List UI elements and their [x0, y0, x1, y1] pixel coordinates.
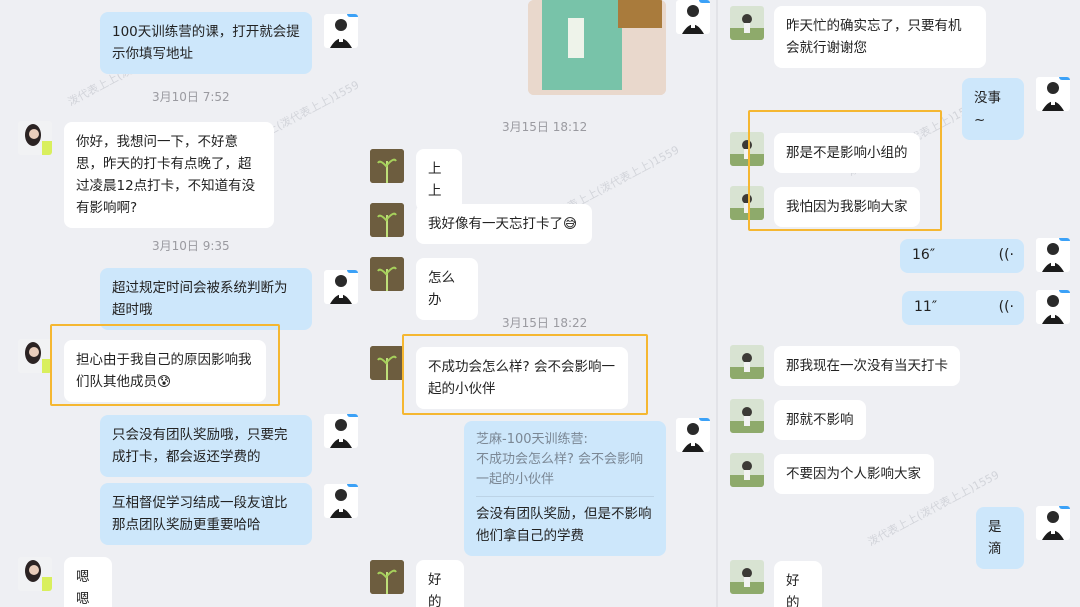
vip-badge — [1059, 238, 1070, 241]
sprout-avatar-icon — [370, 257, 404, 291]
avatar-man-icon — [682, 423, 704, 452]
avatar[interactable] — [324, 270, 358, 304]
avatar-man-icon — [1042, 295, 1064, 324]
message-bubble[interactable]: 嗯嗯 — [64, 557, 112, 607]
avatar[interactable] — [730, 560, 764, 594]
chat-column-2: 3月15日 18:12 上上 我好像有一天忘打卡了😅 怎么办 3月15日 18:… — [362, 0, 718, 607]
avatar-girl-icon — [25, 342, 52, 373]
timestamp: 3月10日 9:35 — [152, 239, 230, 253]
quote-sender: 芝麻-100天训练营: — [476, 432, 588, 447]
message-bubble[interactable]: 那我现在一次没有当天打卡 — [774, 346, 960, 386]
timestamp: 3月10日 7:52 — [152, 90, 230, 104]
reply-message-bubble[interactable]: 芝麻-100天训练营: 不成功会怎么样? 会不会影响一起的小伙伴 会没有团队奖励… — [464, 421, 666, 556]
avatar[interactable] — [370, 257, 404, 291]
vip-badge — [699, 418, 710, 421]
vip-badge — [1059, 290, 1070, 293]
voice-wave-icon: ((· — [998, 299, 1014, 315]
avatar-man-icon — [330, 489, 352, 518]
message-bubble[interactable]: 是滴 — [976, 507, 1024, 569]
vip-badge — [347, 270, 358, 273]
avatar-man-icon — [1042, 511, 1064, 540]
voice-duration: 11″ — [914, 299, 938, 315]
message-bubble[interactable]: 只会没有团队奖励哦，只要完成打卡，都会返还学费的 — [100, 415, 312, 477]
avatar[interactable] — [18, 557, 52, 591]
book-photo-icon — [528, 0, 666, 95]
voice-wave-icon: ((· — [998, 247, 1014, 263]
avatar-man-icon — [1042, 82, 1064, 111]
avatar[interactable] — [370, 203, 404, 237]
avatar-girl-field-icon — [730, 345, 764, 379]
quoted-message: 芝麻-100天训练营: 不成功会怎么样? 会不会影响一起的小伙伴 — [476, 430, 654, 497]
avatar-man-icon — [330, 419, 352, 448]
vip-badge — [699, 0, 710, 3]
sprout-avatar-icon — [370, 346, 404, 380]
sprout-avatar-icon — [370, 203, 404, 237]
message-bubble[interactable]: 你好，我想问一下，不好意思，昨天的打卡有点晚了，超过凌晨12点打卡，不知道有没有… — [64, 122, 274, 228]
message-bubble[interactable]: 好的 — [774, 561, 822, 607]
avatar[interactable] — [324, 414, 358, 448]
avatar[interactable] — [370, 560, 404, 594]
vip-badge — [347, 414, 358, 417]
photo-message[interactable] — [528, 0, 666, 95]
avatar-girl-field-icon — [730, 6, 764, 40]
avatar[interactable] — [1036, 290, 1070, 324]
avatar[interactable] — [18, 339, 52, 373]
avatar-man-icon — [1042, 243, 1064, 272]
reply-text: 会没有团队奖励，但是不影响他们拿自己的学费 — [476, 506, 652, 544]
message-bubble[interactable]: 没事 ~ — [962, 78, 1024, 140]
message-bubble[interactable]: 怎么办 — [416, 258, 478, 320]
avatar-man-icon — [330, 275, 352, 304]
message-bubble[interactable]: 100天训练营的课，打开就会提示你填写地址 — [100, 12, 312, 74]
avatar[interactable] — [1036, 506, 1070, 540]
message-bubble[interactable]: 上上 — [416, 149, 462, 211]
avatar-man-icon — [682, 5, 704, 34]
message-bubble[interactable]: 昨天忙的确实忘了，只要有机会就行谢谢您 — [774, 6, 986, 68]
avatar[interactable] — [730, 399, 764, 433]
voice-message[interactable]: 11″ ((· — [902, 291, 1024, 325]
avatar-girl-field-icon — [730, 560, 764, 594]
voice-duration: 16″ — [912, 247, 936, 263]
avatar[interactable] — [730, 453, 764, 487]
message-bubble[interactable]: 超过规定时间会被系统判断为超时哦 — [100, 268, 312, 330]
chat-column-1: 100天训练营的课，打开就会提示你填写地址 3月10日 7:52 你好，我想问一… — [0, 0, 362, 607]
avatar-girl-icon — [25, 560, 52, 591]
highlight-box — [748, 110, 942, 231]
vip-badge — [347, 484, 358, 487]
message-bubble[interactable]: 好的 — [416, 560, 464, 607]
vip-badge — [1059, 77, 1070, 80]
avatar[interactable] — [676, 0, 710, 34]
chat-column-3: 昨天忙的确实忘了，只要有机会就行谢谢您 没事 ~ 那是不是影响小组的 我怕因为我… — [718, 0, 1080, 607]
avatar[interactable] — [730, 6, 764, 40]
vip-badge — [1059, 506, 1070, 509]
avatar-girl-icon — [25, 124, 52, 155]
avatar[interactable] — [324, 484, 358, 518]
avatar[interactable] — [18, 121, 52, 155]
avatar-girl-field-icon — [730, 399, 764, 433]
avatar-man-icon — [330, 19, 352, 48]
avatar[interactable] — [1036, 238, 1070, 272]
sprout-avatar-icon — [370, 560, 404, 594]
sprout-avatar-icon — [370, 149, 404, 183]
message-bubble[interactable]: 我好像有一天忘打卡了😅 — [416, 204, 592, 244]
message-bubble[interactable]: 互相督促学习结成一段友谊比那点团队奖励更重要哈哈 — [100, 483, 312, 545]
avatar[interactable] — [370, 346, 404, 380]
voice-message[interactable]: 16″ ((· — [900, 239, 1024, 273]
avatar[interactable] — [1036, 77, 1070, 111]
avatar[interactable] — [324, 14, 358, 48]
avatar[interactable] — [370, 149, 404, 183]
timestamp: 3月15日 18:12 — [502, 120, 588, 134]
highlight-box — [402, 334, 648, 415]
timestamp: 3月15日 18:22 — [502, 316, 588, 330]
message-bubble[interactable]: 那就不影响 — [774, 400, 866, 440]
highlight-box — [50, 324, 280, 406]
avatar[interactable] — [730, 345, 764, 379]
avatar-girl-field-icon — [730, 453, 764, 487]
quote-text: 不成功会怎么样? 会不会影响一起的小伙伴 — [476, 452, 644, 487]
avatar[interactable] — [676, 418, 710, 452]
message-bubble[interactable]: 不要因为个人影响大家 — [774, 454, 934, 494]
vip-badge — [347, 14, 358, 17]
